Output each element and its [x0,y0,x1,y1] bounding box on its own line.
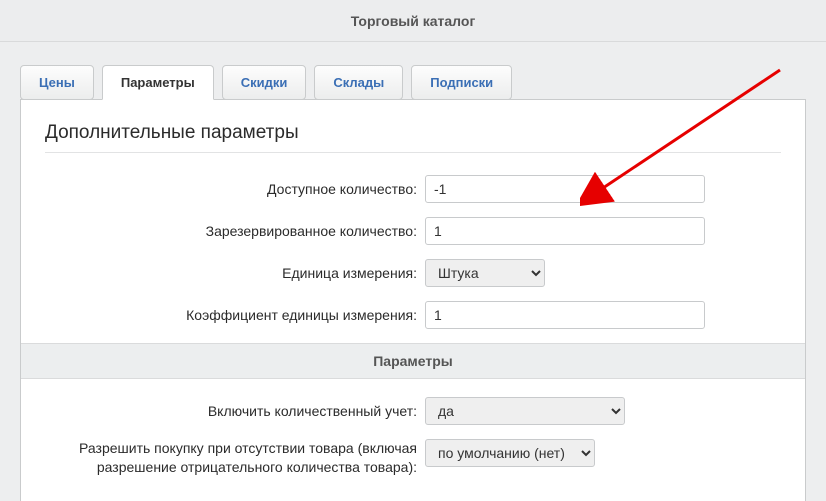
topbar: Торговый каталог [0,0,826,42]
row-enable-qty-acc: Включить количественный учет: да [45,397,781,425]
tab-params[interactable]: Параметры [102,65,214,100]
label-enable-qty-acc: Включить количественный учет: [45,402,425,421]
section-title: Дополнительные параметры [45,122,781,144]
tab-label: Склады [333,75,384,90]
row-unit: Единица измерения: Штука [45,259,781,287]
row-reserved-qty: Зарезервированное количество: [45,217,781,245]
label-allow-neg-line1: Разрешить покупку при отсутствии товара … [45,439,417,458]
select-allow-neg[interactable]: по умолчанию (нет) [425,439,595,467]
row-available-qty: Доступное количество: [45,175,781,203]
row-allow-neg: Разрешить покупку при отсутствии товара … [45,439,781,477]
tab-label: Скидки [241,75,288,90]
tab-discounts[interactable]: Скидки [222,65,307,100]
label-unit-coef: Коэффициент единицы измерения: [45,306,425,325]
input-reserved-qty[interactable] [425,217,705,245]
subheader: Параметры [21,343,805,379]
label-allow-neg-line2: разрешение отрицательного количества тов… [45,458,417,477]
topbar-title: Торговый каталог [351,13,476,29]
panel: Дополнительные параметры Доступное колич… [20,99,806,501]
label-allow-neg: Разрешить покупку при отсутствии товара … [45,439,425,477]
input-available-qty[interactable] [425,175,705,203]
label-unit: Единица измерения: [45,264,425,283]
tab-stores[interactable]: Склады [314,65,403,100]
tabs: Цены Параметры Скидки Склады Подписки [0,42,826,99]
tab-label: Подписки [430,75,493,90]
input-unit-coef[interactable] [425,301,705,329]
tab-label: Цены [39,75,75,90]
tab-prices[interactable]: Цены [20,65,94,100]
label-available-qty: Доступное количество: [45,180,425,199]
tab-label: Параметры [121,75,195,90]
tab-subs[interactable]: Подписки [411,65,512,100]
select-unit[interactable]: Штука [425,259,545,287]
divider [45,152,781,153]
label-reserved-qty: Зарезервированное количество: [45,222,425,241]
row-unit-coef: Коэффициент единицы измерения: [45,301,781,329]
page-root: Торговый каталог Цены Параметры Скидки С… [0,0,826,501]
select-enable-qty-acc[interactable]: да [425,397,625,425]
